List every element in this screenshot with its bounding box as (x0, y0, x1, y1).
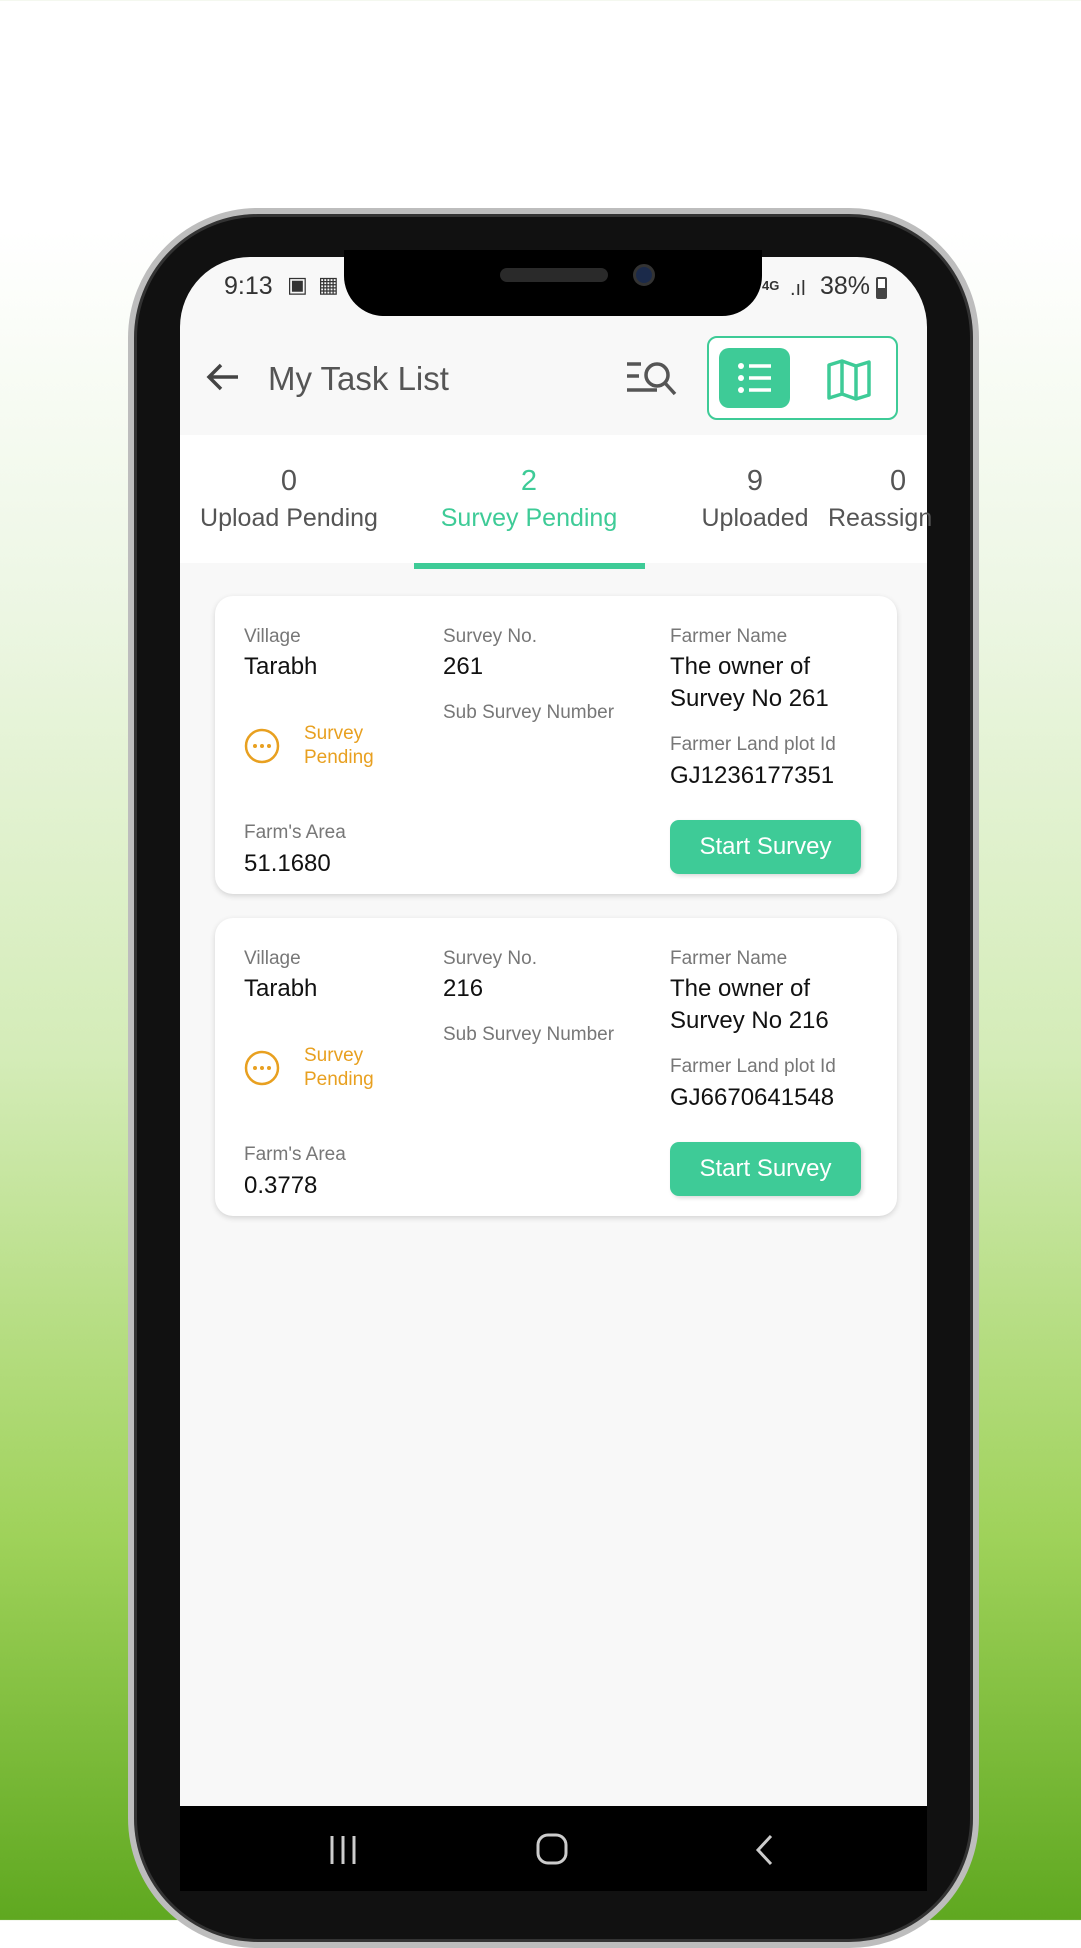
area-label: Farm's Area (244, 822, 346, 843)
tab-survey-pending[interactable]: 2 Survey Pending (414, 465, 644, 533)
status-badge: Survey Pending (244, 722, 374, 770)
tab-count: 0 (280, 465, 298, 497)
tab-label: Uploaded (701, 504, 809, 532)
status-text: Survey (304, 1045, 364, 1066)
status-text: Pending (304, 747, 374, 768)
survey-no-value: 261 (443, 653, 484, 680)
farmer-name-value: The owner of (670, 975, 811, 1002)
farmer-name-label: Farmer Name (670, 626, 788, 647)
status-time: 9:13 (224, 272, 273, 300)
village-label: Village (244, 626, 301, 647)
tab-uploaded[interactable]: 9 Uploaded (675, 465, 835, 533)
tab-count: 0 (890, 465, 907, 497)
back-nav-icon[interactable] (754, 1834, 774, 1866)
farmer-name-label: Farmer Name (670, 948, 788, 969)
pending-icon (244, 1050, 280, 1086)
speaker (500, 268, 608, 282)
start-survey-button[interactable]: Start Survey (670, 820, 861, 874)
tab-upload-pending[interactable]: 0 Upload Pending (174, 465, 404, 533)
survey-no-label: Survey No. (443, 948, 537, 969)
sub-survey-label: Sub Survey Number (443, 702, 615, 723)
tab-count: 9 (746, 465, 764, 497)
farmer-name-value: The owner of (670, 653, 811, 680)
tab-label: Survey Pending (440, 504, 618, 532)
tab-reassign[interactable]: 0 Reassign (828, 465, 1028, 533)
survey-no-value: 216 (443, 975, 484, 1002)
android-nav-bar (180, 1806, 927, 1891)
gallery-icon: ▣ (287, 272, 308, 297)
task-card[interactable]: Village Tarabh Survey No. 261 Sub Survey… (215, 596, 897, 894)
tab-label: Upload Pending (200, 504, 378, 532)
page-title: My Task List (268, 360, 449, 397)
plot-id-value: GJ6670641548 (670, 1084, 835, 1111)
plot-id-label: Farmer Land plot Id (670, 734, 836, 755)
status-tabs: 0 Upload Pending 2 Survey Pending 9 Uploade… (180, 435, 932, 569)
signal-icon: .ıl (790, 278, 806, 300)
map-view-icon[interactable] (826, 358, 872, 402)
battery-icon (876, 277, 887, 299)
farmer-name-value: Survey No 261 (670, 685, 829, 712)
active-tab-indicator (414, 563, 645, 569)
tab-count: 2 (520, 465, 538, 497)
view-toggle (707, 336, 898, 420)
area-value: 0.3778 (244, 1172, 318, 1199)
survey-no-label: Survey No. (443, 626, 537, 647)
recent-apps-icon[interactable] (328, 1836, 358, 1864)
status-text: Pending (304, 1069, 374, 1090)
farmer-name-value: Survey No 216 (670, 1007, 829, 1034)
start-survey-button[interactable]: Start Survey (670, 1142, 861, 1196)
village-value: Tarabh (244, 975, 318, 1002)
area-value: 51.1680 (244, 850, 331, 877)
filter-search-icon[interactable] (625, 358, 679, 398)
pending-icon (244, 728, 280, 764)
plot-id-label: Farmer Land plot Id (670, 1056, 836, 1077)
village-label: Village (244, 948, 301, 969)
status-text: Survey (304, 723, 364, 744)
home-icon[interactable] (535, 1832, 569, 1866)
notch (344, 250, 762, 316)
back-arrow-icon[interactable] (206, 362, 240, 392)
battery-level: 38% (820, 272, 871, 300)
list-view-button[interactable] (719, 348, 790, 408)
network-type: 4G (762, 278, 780, 293)
village-value: Tarabh (244, 653, 318, 680)
task-card[interactable]: Village Tarabh Survey No. 216 Sub Survey… (215, 918, 897, 1216)
area-label: Farm's Area (244, 1144, 346, 1165)
camera (633, 264, 655, 286)
status-badge: Survey Pending (244, 1044, 374, 1092)
calendar-icon: ▦ (318, 272, 339, 297)
sub-survey-label: Sub Survey Number (443, 1024, 615, 1045)
tab-label: Reassign (828, 504, 933, 532)
plot-id-value: GJ1236177351 (670, 762, 835, 789)
list-icon (738, 363, 771, 393)
